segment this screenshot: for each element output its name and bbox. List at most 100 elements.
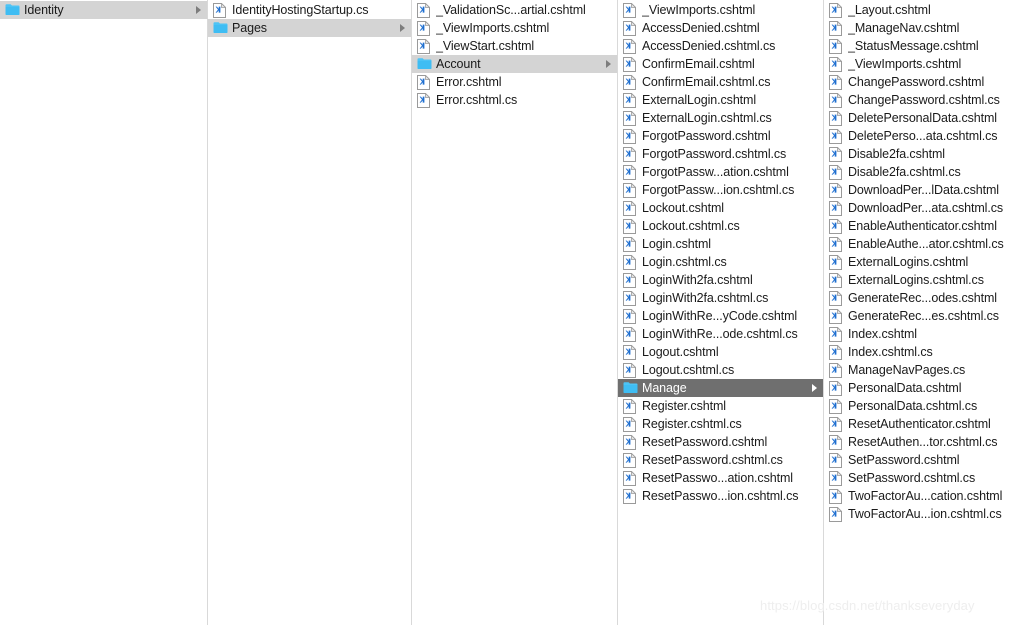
file-row[interactable]: ExternalLogins.cshtml [824,253,1027,271]
chevron-right-icon[interactable] [196,6,201,14]
file-row[interactable]: ResetAuthen...tor.cshtml.cs [824,433,1027,451]
file-row[interactable]: _ViewStart.cshtml [412,37,617,55]
file-icon [829,92,842,108]
file-row[interactable]: GenerateRec...odes.cshtml [824,289,1027,307]
chevron-right-icon[interactable] [400,24,405,32]
file-icon [417,38,430,54]
file-row[interactable]: ForgotPassword.cshtml.cs [618,145,823,163]
file-row[interactable]: ExternalLogin.cshtml [618,91,823,109]
file-row[interactable]: _ValidationSc...artial.cshtml [412,1,617,19]
item-label: _ValidationSc...artial.cshtml [436,3,586,17]
item-label: Manage [642,381,687,395]
file-row[interactable]: TwoFactorAu...ion.cshtml.cs [824,505,1027,523]
item-label: _ManageNav.cshtml [848,21,960,35]
file-row[interactable]: EnableAuthe...ator.cshtml.cs [824,235,1027,253]
column-manage-contents: _Layout.cshtml _ManageNav.cshtml _StatusMe… [824,0,1027,625]
file-row[interactable]: _ViewImports.cshtml [618,1,823,19]
file-row[interactable]: Login.cshtml.cs [618,253,823,271]
file-row[interactable]: ResetAuthenticator.cshtml [824,415,1027,433]
file-icon [829,380,842,396]
file-icon [623,74,636,90]
file-row[interactable]: Lockout.cshtml.cs [618,217,823,235]
folder-row[interactable]: Manage [618,379,823,397]
item-label: ResetPassword.cshtml.cs [642,453,783,467]
file-row[interactable]: Login.cshtml [618,235,823,253]
file-row[interactable]: AccessDenied.cshtml [618,19,823,37]
file-icon [623,20,636,36]
file-row[interactable]: GenerateRec...es.cshtml.cs [824,307,1027,325]
file-row[interactable]: ManageNavPages.cs [824,361,1027,379]
item-label: ChangePassword.cshtml [848,75,985,89]
file-row[interactable]: ConfirmEmail.cshtml [618,55,823,73]
file-row[interactable]: _StatusMessage.cshtml [824,37,1027,55]
file-row[interactable]: ResetPassword.cshtml.cs [618,451,823,469]
file-icon [623,326,636,342]
file-row[interactable]: _ViewImports.cshtml [412,19,617,37]
file-row[interactable]: PersonalData.cshtml.cs [824,397,1027,415]
item-label: Account [436,57,481,71]
item-label: Lockout.cshtml [642,201,724,215]
file-row[interactable]: ConfirmEmail.cshtml.cs [618,73,823,91]
file-row[interactable]: ForgotPassw...ation.cshtml [618,163,823,181]
file-row[interactable]: _ManageNav.cshtml [824,19,1027,37]
file-row[interactable]: ResetPasswo...ion.cshtml.cs [618,487,823,505]
file-row[interactable]: IdentityHostingStartup.cs [208,1,411,19]
chevron-right-icon[interactable] [812,384,817,392]
file-row[interactable]: ResetPasswo...ation.cshtml [618,469,823,487]
file-row[interactable]: AccessDenied.cshtml.cs [618,37,823,55]
file-row[interactable]: Disable2fa.cshtml.cs [824,163,1027,181]
file-row[interactable]: Index.cshtml.cs [824,343,1027,361]
file-icon [829,20,842,36]
file-row[interactable]: LoginWithRe...yCode.cshtml [618,307,823,325]
item-label: ResetPassword.cshtml [642,435,768,449]
file-row[interactable]: ChangePassword.cshtml [824,73,1027,91]
folder-row[interactable]: Account [412,55,617,73]
file-row[interactable]: Error.cshtml.cs [412,91,617,109]
folder-row[interactable]: Pages [208,19,411,37]
file-row[interactable]: Logout.cshtml [618,343,823,361]
file-row[interactable]: Register.cshtml.cs [618,415,823,433]
file-row[interactable]: SetPassword.cshtml.cs [824,469,1027,487]
file-icon [829,362,842,378]
item-label: ExternalLogins.cshtml [848,255,969,269]
item-label: TwoFactorAu...ion.cshtml.cs [848,507,1002,521]
file-row[interactable]: _Layout.cshtml [824,1,1027,19]
file-row[interactable]: DeletePersonalData.cshtml [824,109,1027,127]
item-label: _StatusMessage.cshtml [848,39,979,53]
file-row[interactable]: DeletePerso...ata.cshtml.cs [824,127,1027,145]
file-row[interactable]: Disable2fa.cshtml [824,145,1027,163]
file-row[interactable]: Register.cshtml [618,397,823,415]
file-row[interactable]: Logout.cshtml.cs [618,361,823,379]
file-icon [623,308,636,324]
file-row[interactable]: ForgotPassword.cshtml [618,127,823,145]
file-icon [623,56,636,72]
folder-row[interactable]: Identity [0,1,207,19]
item-label: ForgotPassword.cshtml.cs [642,147,787,161]
item-label: ManageNavPages.cs [848,363,966,377]
file-row[interactable]: Lockout.cshtml [618,199,823,217]
file-row[interactable]: ExternalLogin.cshtml.cs [618,109,823,127]
file-row[interactable]: Index.cshtml [824,325,1027,343]
file-row[interactable]: ForgotPassw...ion.cshtml.cs [618,181,823,199]
file-row[interactable]: LoginWith2fa.cshtml [618,271,823,289]
item-label: Disable2fa.cshtml [848,147,945,161]
file-row[interactable]: EnableAuthenticator.cshtml [824,217,1027,235]
file-row[interactable]: LoginWithRe...ode.cshtml.cs [618,325,823,343]
file-row[interactable]: DownloadPer...ata.cshtml.cs [824,199,1027,217]
file-list: IdentityHostingStartup.cs Pages [208,0,411,37]
file-row[interactable]: TwoFactorAu...cation.cshtml [824,487,1027,505]
file-row[interactable]: DownloadPer...lData.cshtml [824,181,1027,199]
file-row[interactable]: PersonalData.cshtml [824,379,1027,397]
file-row[interactable]: ResetPassword.cshtml [618,433,823,451]
file-icon [829,200,842,216]
file-row[interactable]: LoginWith2fa.cshtml.cs [618,289,823,307]
file-row[interactable]: _ViewImports.cshtml [824,55,1027,73]
file-row[interactable]: ChangePassword.cshtml.cs [824,91,1027,109]
chevron-right-icon[interactable] [606,60,611,68]
file-row[interactable]: Error.cshtml [412,73,617,91]
item-label: Index.cshtml.cs [848,345,933,359]
file-icon [623,272,636,288]
file-row[interactable]: ExternalLogins.cshtml.cs [824,271,1027,289]
file-icon [829,218,842,234]
file-row[interactable]: SetPassword.cshtml [824,451,1027,469]
